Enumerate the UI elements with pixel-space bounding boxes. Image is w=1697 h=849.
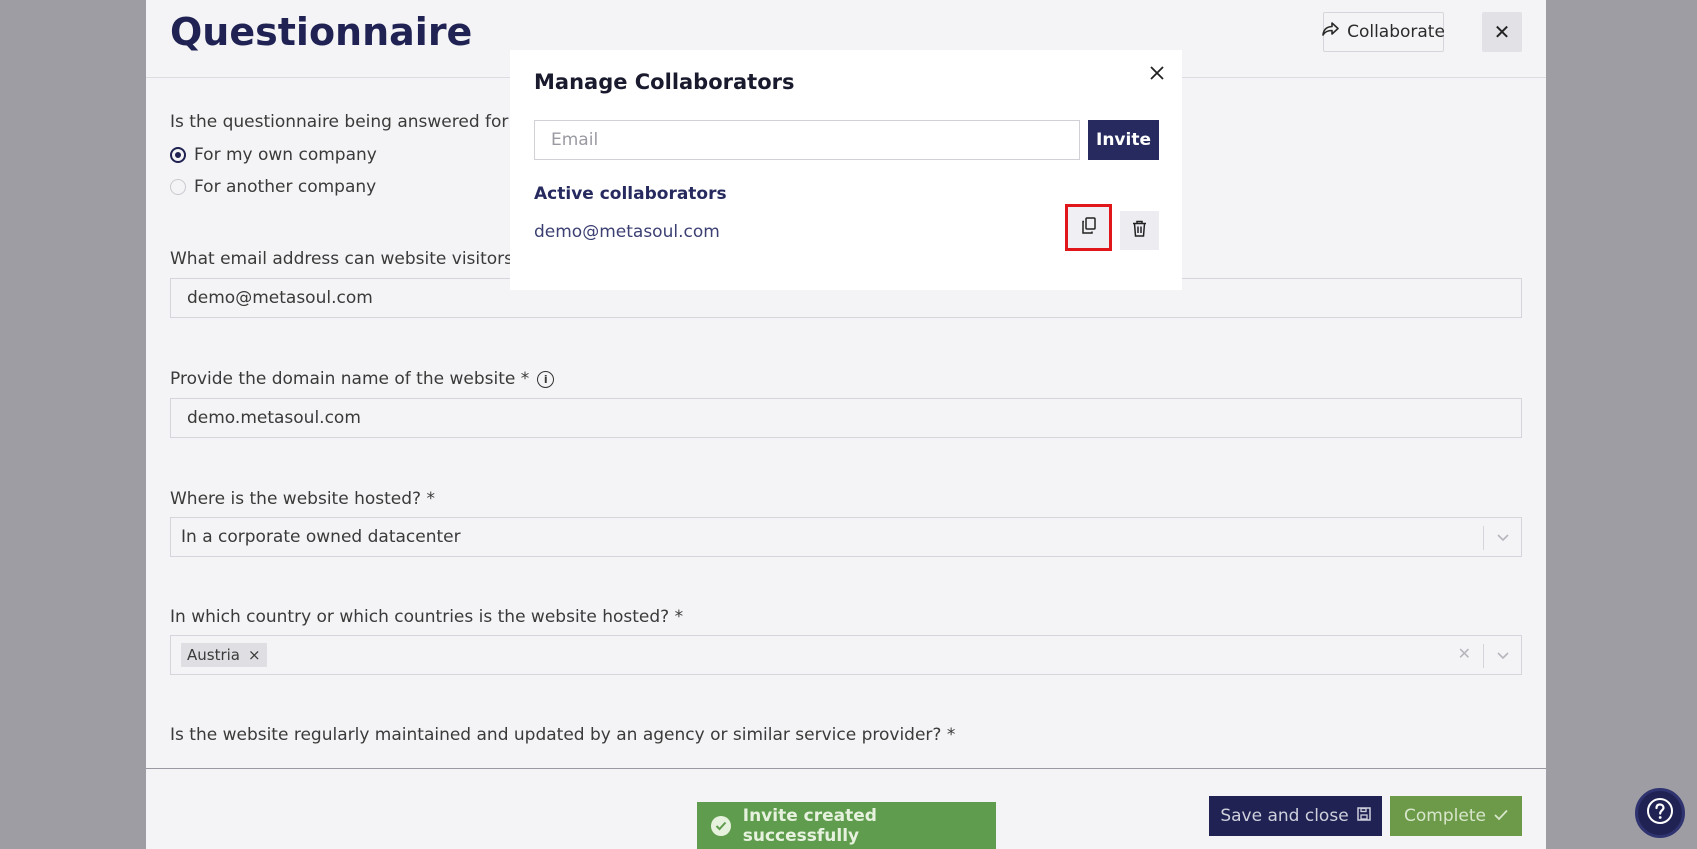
chevron-down-icon[interactable] bbox=[1483, 526, 1521, 550]
copy-invite-link-button[interactable] bbox=[1065, 204, 1112, 251]
copy-icon bbox=[1081, 217, 1097, 238]
save-and-close-button[interactable]: Save and close bbox=[1209, 796, 1382, 836]
trash-icon bbox=[1132, 220, 1147, 241]
chevron-down-icon[interactable] bbox=[1483, 644, 1521, 668]
radio-another-company-label: For another company bbox=[194, 177, 377, 197]
question-domain-text: Provide the domain name of the website * bbox=[170, 369, 530, 389]
complete-button[interactable]: Complete bbox=[1390, 796, 1522, 836]
active-collaborators-heading: Active collaborators bbox=[534, 184, 727, 204]
close-page-button[interactable]: ✕ bbox=[1482, 12, 1522, 52]
toast-message: Invite created successfully bbox=[742, 805, 877, 846]
success-toast: Invite created successfully bbox=[697, 802, 996, 849]
domain-field[interactable]: demo.metasoul.com bbox=[170, 398, 1522, 438]
tag-remove-icon[interactable]: × bbox=[248, 646, 261, 664]
save-icon bbox=[1356, 806, 1371, 826]
country-tag: Austria × bbox=[181, 643, 267, 667]
collaborator-email-input[interactable] bbox=[534, 120, 1080, 160]
check-circle-icon bbox=[711, 815, 731, 836]
collaborate-button[interactable]: Collaborate bbox=[1322, 12, 1445, 52]
collaborator-email: demo@metasoul.com bbox=[534, 222, 720, 242]
help-button[interactable] bbox=[1635, 788, 1685, 838]
info-icon[interactable]: i bbox=[537, 370, 555, 388]
help-icon bbox=[1646, 797, 1674, 829]
radio-unchecked-icon bbox=[170, 179, 186, 195]
check-icon bbox=[1494, 806, 1508, 826]
radio-own-company[interactable]: For my own company bbox=[170, 145, 377, 165]
question-email-label: What email address can website visitors … bbox=[170, 249, 549, 269]
complete-label: Complete bbox=[1404, 806, 1486, 826]
radio-own-company-label: For my own company bbox=[194, 145, 377, 165]
close-icon: ✕ bbox=[1493, 20, 1511, 44]
close-icon bbox=[1149, 65, 1165, 85]
country-select[interactable]: Austria × ✕ bbox=[170, 635, 1522, 675]
hosting-value: In a corporate owned datacenter bbox=[181, 527, 461, 547]
share-icon bbox=[1322, 22, 1339, 42]
domain-value: demo.metasoul.com bbox=[187, 408, 361, 428]
save-label: Save and close bbox=[1220, 806, 1349, 826]
question-hosting-label: Where is the website hosted? * bbox=[170, 489, 435, 509]
radio-checked-icon bbox=[170, 147, 186, 163]
radio-another-company[interactable]: For another company bbox=[170, 177, 376, 197]
remove-collaborator-button[interactable] bbox=[1120, 211, 1159, 250]
question-country-label: In which country or which countries is t… bbox=[170, 607, 684, 627]
hosting-select[interactable]: In a corporate owned datacenter bbox=[170, 517, 1522, 557]
modal-title: Manage Collaborators bbox=[534, 70, 795, 94]
question-domain-label: Provide the domain name of the website *… bbox=[170, 369, 555, 389]
question-company-label: Is the questionnaire being answered for … bbox=[170, 112, 553, 132]
question-maintenance-label: Is the website regularly maintained and … bbox=[170, 725, 956, 745]
page-title: Questionnaire bbox=[170, 10, 473, 54]
clear-icon[interactable]: ✕ bbox=[1458, 644, 1471, 663]
modal-close-button[interactable] bbox=[1144, 62, 1170, 88]
manage-collaborators-modal: Manage Collaborators Invite Active colla… bbox=[510, 50, 1182, 290]
email-address-value: demo@metasoul.com bbox=[187, 288, 373, 308]
collaborate-label: Collaborate bbox=[1347, 22, 1445, 42]
country-tag-label: Austria bbox=[187, 646, 240, 664]
invite-button[interactable]: Invite bbox=[1088, 120, 1159, 160]
